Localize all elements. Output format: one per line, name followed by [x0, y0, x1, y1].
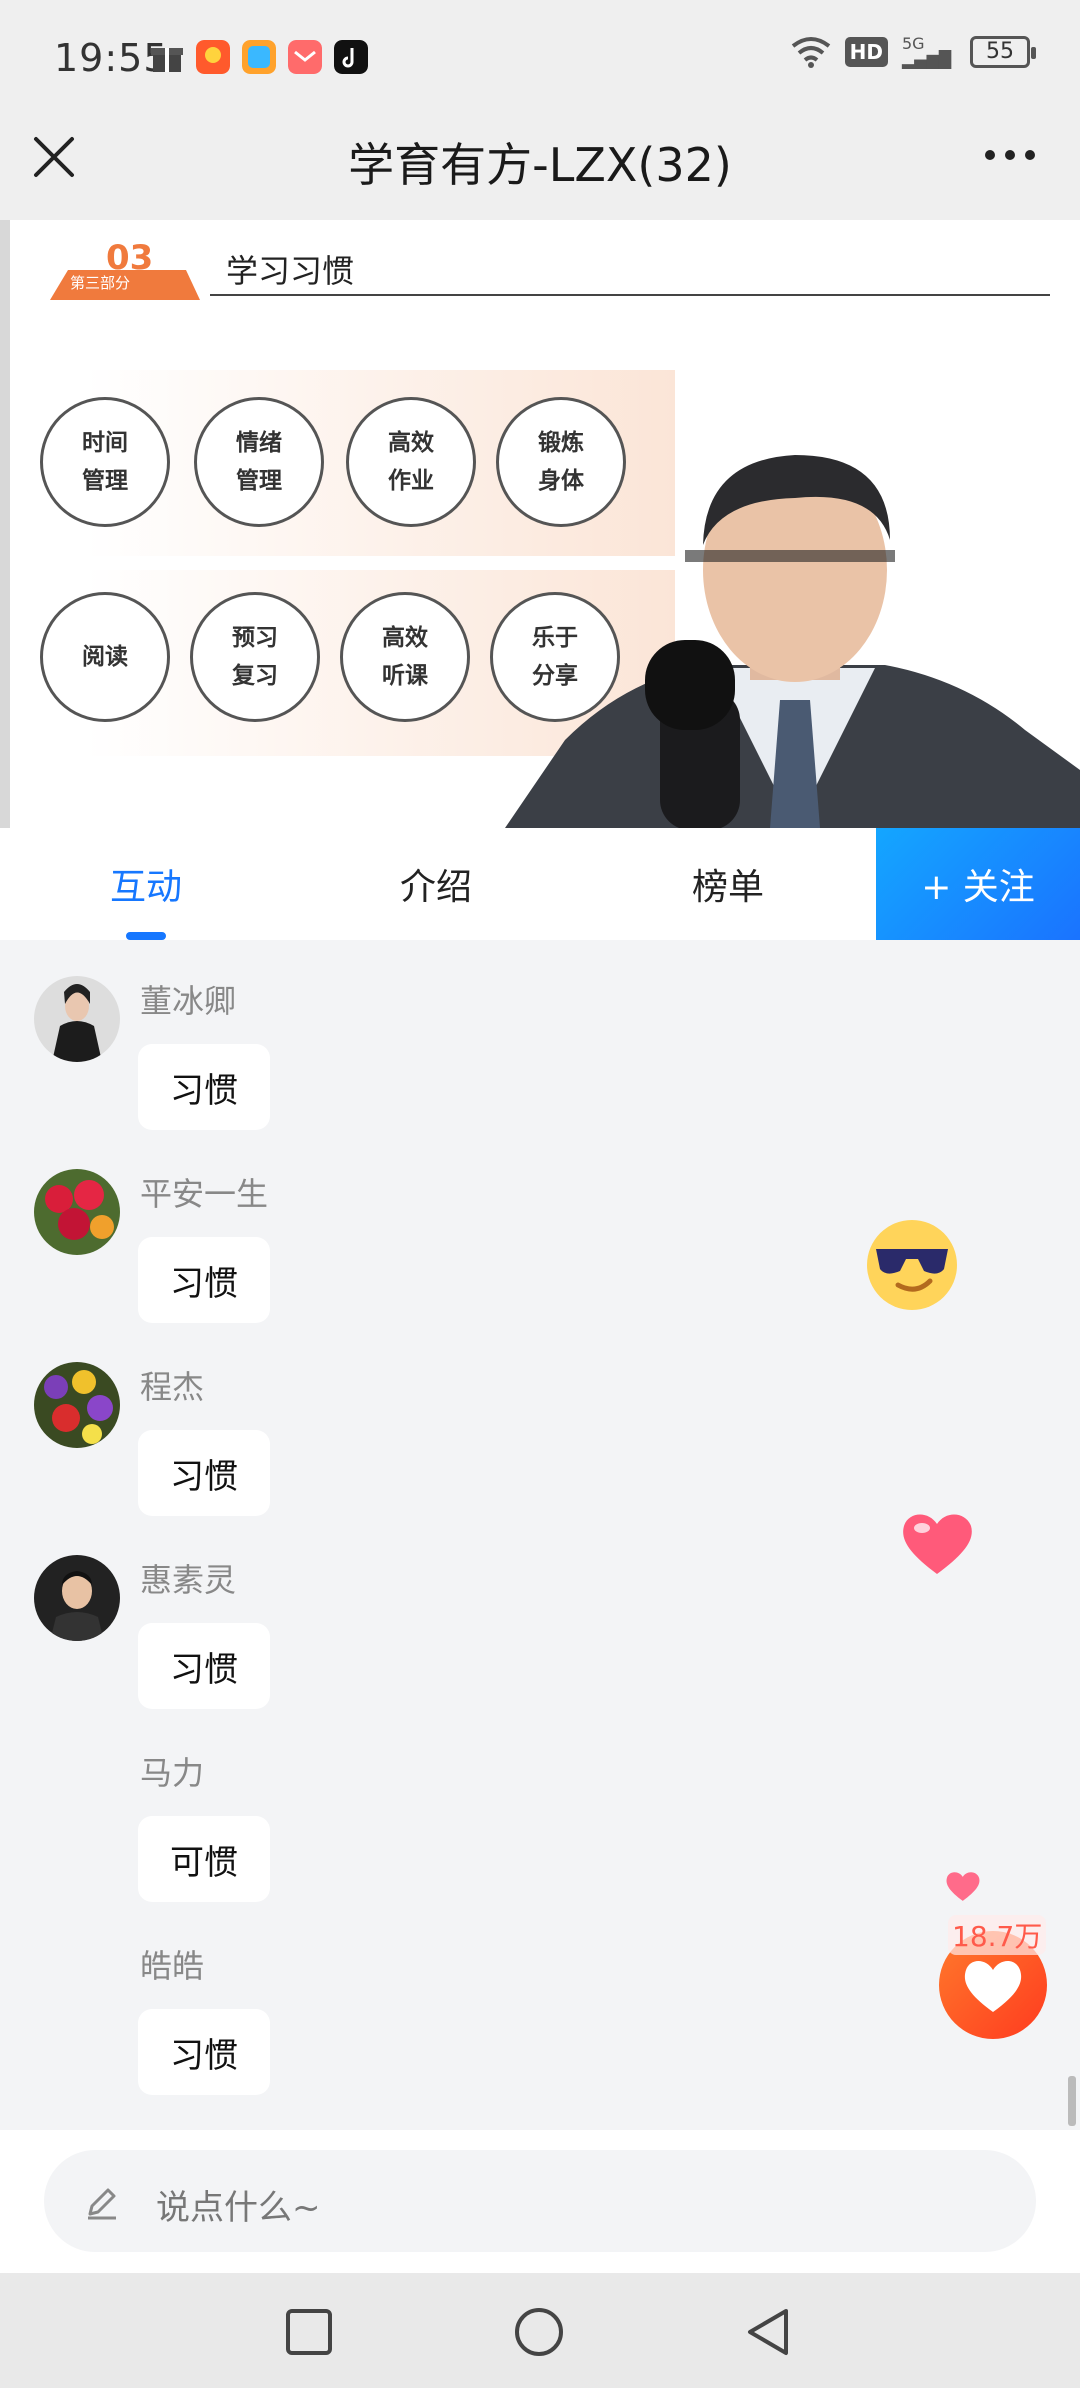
- habit-circle: 时间 管理: [40, 397, 170, 527]
- tab-interact[interactable]: 互动: [110, 858, 182, 910]
- notification-icons: [150, 40, 368, 74]
- chat-username: 董冰卿: [140, 982, 237, 1020]
- chat-message: 平安一生 习惯: [0, 1133, 900, 1323]
- live-video-player[interactable]: 03 第三部分 学习习惯 时间 管理 情绪 管理 高效 作业 锻炼 身体 阅读 预习 复习…: [0, 220, 1080, 828]
- shopping-app-icon: [196, 40, 230, 74]
- chat-username: 平安一生: [140, 1175, 269, 1213]
- comment-bar: 说点什么~: [0, 2130, 1080, 2273]
- slide-border: [0, 220, 10, 828]
- chat-username: 皓皓: [140, 1947, 205, 1985]
- presenter-video-image: [505, 455, 1080, 828]
- habit-circle: 高效 听课: [340, 592, 470, 722]
- user-avatar[interactable]: [34, 976, 120, 1062]
- comment-input[interactable]: 说点什么~: [44, 2150, 1036, 2252]
- user-avatar[interactable]: [34, 1169, 120, 1255]
- more-options-icon[interactable]: [980, 135, 1040, 175]
- chat-message: 皓皓 习惯: [0, 1905, 900, 2095]
- pencil-icon: [88, 2188, 116, 2220]
- habit-circle: 情绪 管理: [194, 397, 324, 527]
- heart-emoji-icon: [903, 1514, 972, 1574]
- gift-app-icon: [151, 48, 183, 72]
- tab-intro[interactable]: 介绍: [400, 858, 472, 910]
- chat-bubble: 可惯: [138, 1816, 270, 1902]
- small-heart-icon: [946, 1872, 980, 1901]
- sunglasses-emoji-icon: [867, 1220, 957, 1310]
- tab-bar: 互动 介绍 榜单 + 关注: [0, 828, 1080, 940]
- mail-app-icon: [288, 40, 322, 74]
- top-bar: 学育有方-LZX(32): [0, 115, 1080, 220]
- status-bar: 19:55 HD 5G ▂▄▆█ 55: [0, 0, 1080, 115]
- chat-bubble: 习惯: [138, 1237, 270, 1323]
- slide-title: 学习习惯: [226, 252, 355, 290]
- chat-username: 马力: [140, 1754, 205, 1792]
- chat-username: 惠素灵: [140, 1561, 237, 1599]
- follow-button[interactable]: + 关注: [876, 828, 1080, 940]
- tiktok-app-icon: [334, 40, 368, 74]
- browser-app-icon: [242, 40, 276, 74]
- active-tab-indicator: [126, 932, 166, 940]
- comment-placeholder: 说点什么~: [156, 2188, 321, 2228]
- recents-icon[interactable]: [282, 2305, 336, 2359]
- system-nav-bar: [0, 2273, 1080, 2388]
- habit-circle: 阅读: [40, 592, 170, 722]
- page-title: 学育有方-LZX(32): [348, 138, 732, 192]
- chat-message: 马力 可惯: [0, 1712, 900, 1902]
- user-avatar[interactable]: [34, 1555, 120, 1641]
- chat-list[interactable]: 董冰卿 习惯 平安一生 习惯 程杰 习惯 惠素灵 习惯 马力 可惯 皓皓 习惯: [0, 940, 1080, 2130]
- signal-icon: 5G ▂▄▆█: [902, 34, 952, 69]
- hd-badge: HD: [844, 37, 888, 67]
- tab-ranking[interactable]: 榜单: [692, 858, 764, 910]
- chat-message: 董冰卿 习惯: [0, 940, 900, 1130]
- status-right: HD 5G ▂▄▆█ 55: [791, 34, 1036, 69]
- home-icon[interactable]: [512, 2305, 566, 2359]
- chat-bubble: 习惯: [138, 2009, 270, 2095]
- chat-username: 程杰: [140, 1368, 205, 1406]
- back-icon[interactable]: [742, 2305, 796, 2359]
- battery-icon: 55: [970, 36, 1036, 68]
- section-label: 第三部分: [70, 274, 131, 292]
- user-avatar[interactable]: [34, 1362, 120, 1448]
- network-type: 5G: [902, 34, 925, 53]
- chat-message: 程杰 习惯: [0, 1326, 900, 1516]
- like-count: 18.7万: [948, 1915, 1047, 1955]
- chat-scrollbar[interactable]: [1068, 2076, 1076, 2126]
- slide-divider: [210, 294, 1050, 296]
- habit-circle: 高效 作业: [346, 397, 476, 527]
- wifi-icon: [791, 37, 830, 68]
- chat-bubble: 习惯: [138, 1430, 270, 1516]
- habit-circle: 预习 复习: [190, 592, 320, 722]
- chat-message: 惠素灵 习惯: [0, 1519, 900, 1709]
- chat-bubble: 习惯: [138, 1623, 270, 1709]
- chat-bubble: 习惯: [138, 1044, 270, 1130]
